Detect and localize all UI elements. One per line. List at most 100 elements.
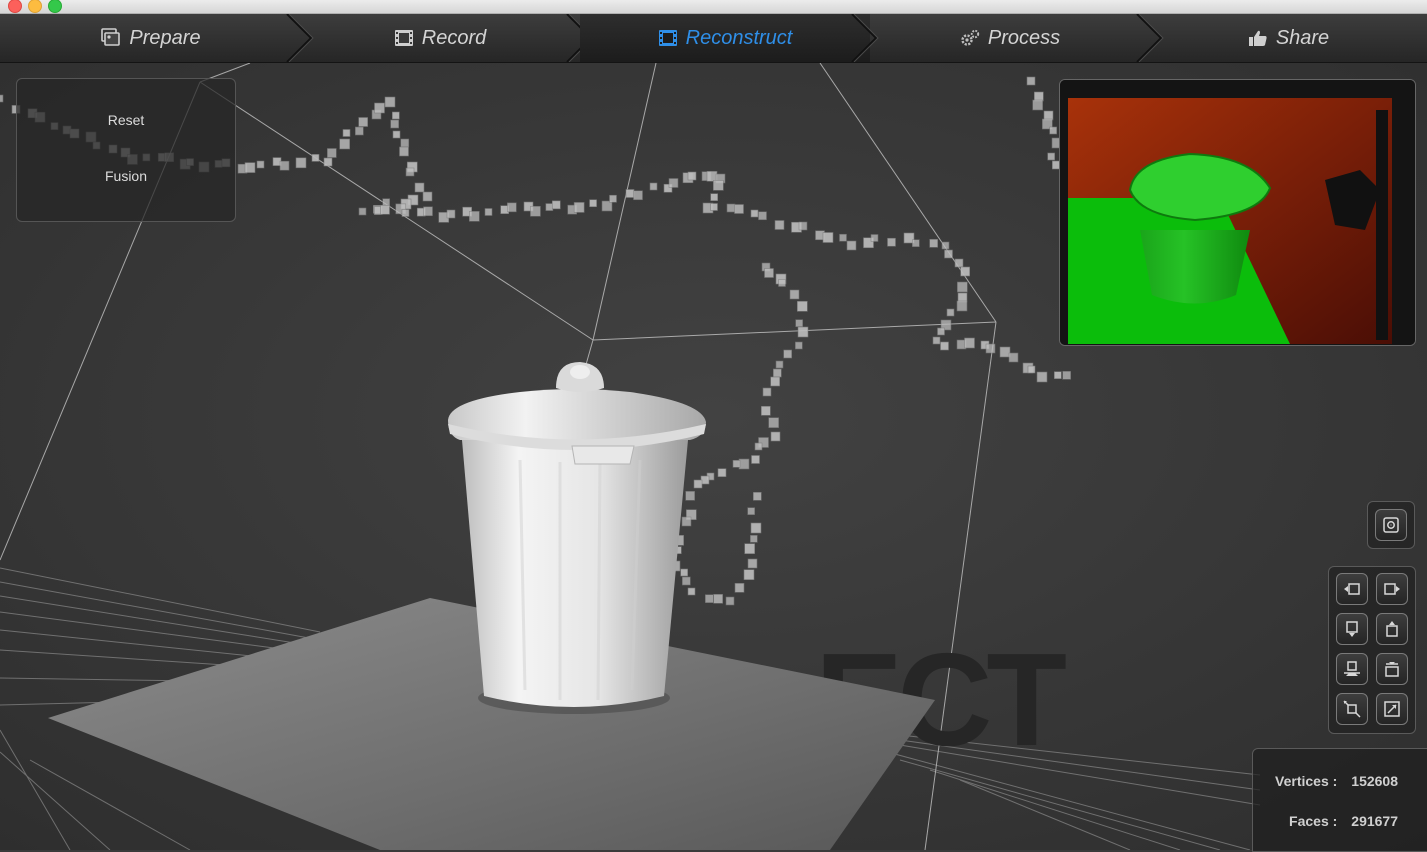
trajectory-marker [929, 239, 938, 248]
fullscreen-button[interactable] [1376, 693, 1408, 725]
trajectory-marker [773, 368, 782, 378]
trajectory-marker [392, 130, 401, 139]
trajectory-marker [244, 162, 256, 173]
trajectory-marker [932, 336, 941, 345]
view-bottom-button[interactable] [1336, 613, 1368, 645]
trajectory-marker [797, 326, 809, 338]
trajectory-marker [1026, 76, 1036, 86]
trajectory-marker [446, 209, 456, 219]
trajectory-marker [705, 594, 714, 603]
trajectory-marker [390, 119, 399, 129]
trajectory-marker [957, 292, 968, 303]
thumbs-up-icon [1248, 29, 1268, 47]
trajectory-marker [710, 203, 718, 211]
trajectory-marker [625, 189, 635, 198]
faces-label: Faces : [1289, 813, 1338, 829]
trajectory-marker [530, 205, 541, 217]
trajectory-marker [1036, 371, 1048, 383]
gears-icon [960, 29, 980, 47]
trajectory-marker [789, 289, 800, 300]
fusion-button[interactable]: Fusion [17, 168, 235, 184]
trajectory-marker [985, 343, 996, 354]
trajectory-marker [778, 279, 786, 287]
depth-preview-panel [1059, 79, 1416, 346]
view-bottom-icon [1346, 621, 1358, 637]
trajectory-marker [405, 167, 415, 177]
film-icon [658, 29, 678, 47]
trajectory-marker [944, 249, 953, 259]
trajectory-marker [633, 190, 643, 201]
trajectory-marker [713, 594, 723, 604]
trajectory-marker [734, 583, 745, 593]
trajectory-marker [279, 160, 290, 171]
view-left-button[interactable] [1336, 573, 1368, 605]
vertices-value: 152608 [1351, 773, 1398, 789]
trajectory-marker [1032, 99, 1043, 111]
step-process[interactable]: Process [870, 14, 1150, 62]
prepare-icon [99, 28, 121, 48]
trajectory-marker [744, 543, 755, 554]
vertices-label: Vertices : [1275, 773, 1338, 789]
step-prepare[interactable]: Prepare [0, 14, 300, 62]
trajectory-marker [846, 240, 857, 251]
film-icon [394, 29, 414, 47]
trajectory-marker [956, 300, 968, 312]
trajectory-marker [795, 341, 803, 350]
trajectory-marker [687, 171, 697, 181]
step-label: Record [421, 26, 487, 49]
trajectory-marker [764, 268, 774, 278]
trajectory-marker [1027, 365, 1036, 374]
zoom-window-button[interactable] [48, 0, 62, 13]
trajectory-marker [870, 234, 879, 242]
trajectory-marker [609, 194, 617, 203]
step-share[interactable]: Share [1150, 14, 1427, 62]
trajectory-marker [668, 178, 679, 188]
3d-viewport[interactable]: ECT Reset Fusion [0, 63, 1427, 850]
trajectory-marker [887, 237, 896, 247]
trajectory-marker [954, 258, 964, 268]
trajectory-marker [358, 117, 368, 127]
trajectory-marker [355, 126, 364, 136]
trajectory-marker [573, 202, 585, 213]
trajectory-marker [768, 417, 779, 428]
reset-panel: Reset Fusion [16, 78, 236, 222]
trajectory-marker [1034, 91, 1044, 102]
trajectory-marker [1043, 110, 1054, 121]
trajectory-marker [732, 460, 741, 468]
camera-icon [1383, 517, 1399, 533]
trajectory-marker [753, 492, 762, 501]
trajectory-marker [710, 193, 718, 201]
view-front-button[interactable] [1336, 653, 1368, 685]
step-label: Share [1275, 26, 1330, 49]
expand-icon [1384, 701, 1400, 717]
trajectory-marker [342, 129, 351, 137]
trajectory-marker [681, 516, 692, 527]
trajectory-marker [750, 522, 762, 534]
trajectory-marker [311, 154, 320, 162]
trajectory-marker [774, 220, 785, 230]
fit-view-button[interactable] [1336, 693, 1368, 725]
minimize-window-button[interactable] [28, 0, 42, 13]
trajectory-marker [747, 558, 758, 569]
trajectory-marker [795, 319, 803, 327]
reset-button[interactable]: Reset [17, 112, 235, 128]
step-reconstruct[interactable]: Reconstruct [580, 14, 870, 62]
trajectory-marker [738, 458, 750, 470]
trajectory-marker [940, 341, 949, 351]
view-control-panel [1328, 566, 1416, 734]
step-label: Reconstruct [685, 26, 793, 49]
view-back-button[interactable] [1376, 653, 1408, 685]
view-top-button[interactable] [1376, 613, 1408, 645]
view-back-icon [1385, 662, 1399, 677]
step-record[interactable]: Record [300, 14, 580, 62]
trajectory-marker [1008, 352, 1019, 363]
close-window-button[interactable] [8, 0, 22, 13]
view-right-icon [1384, 583, 1400, 595]
trajectory-marker [384, 96, 396, 108]
snapshot-button[interactable] [1375, 509, 1407, 541]
trajectory-marker [717, 468, 727, 477]
trajectory-marker [734, 204, 744, 214]
trajectory-marker [797, 301, 808, 312]
view-right-button[interactable] [1376, 573, 1408, 605]
trajectory-marker [401, 209, 410, 217]
